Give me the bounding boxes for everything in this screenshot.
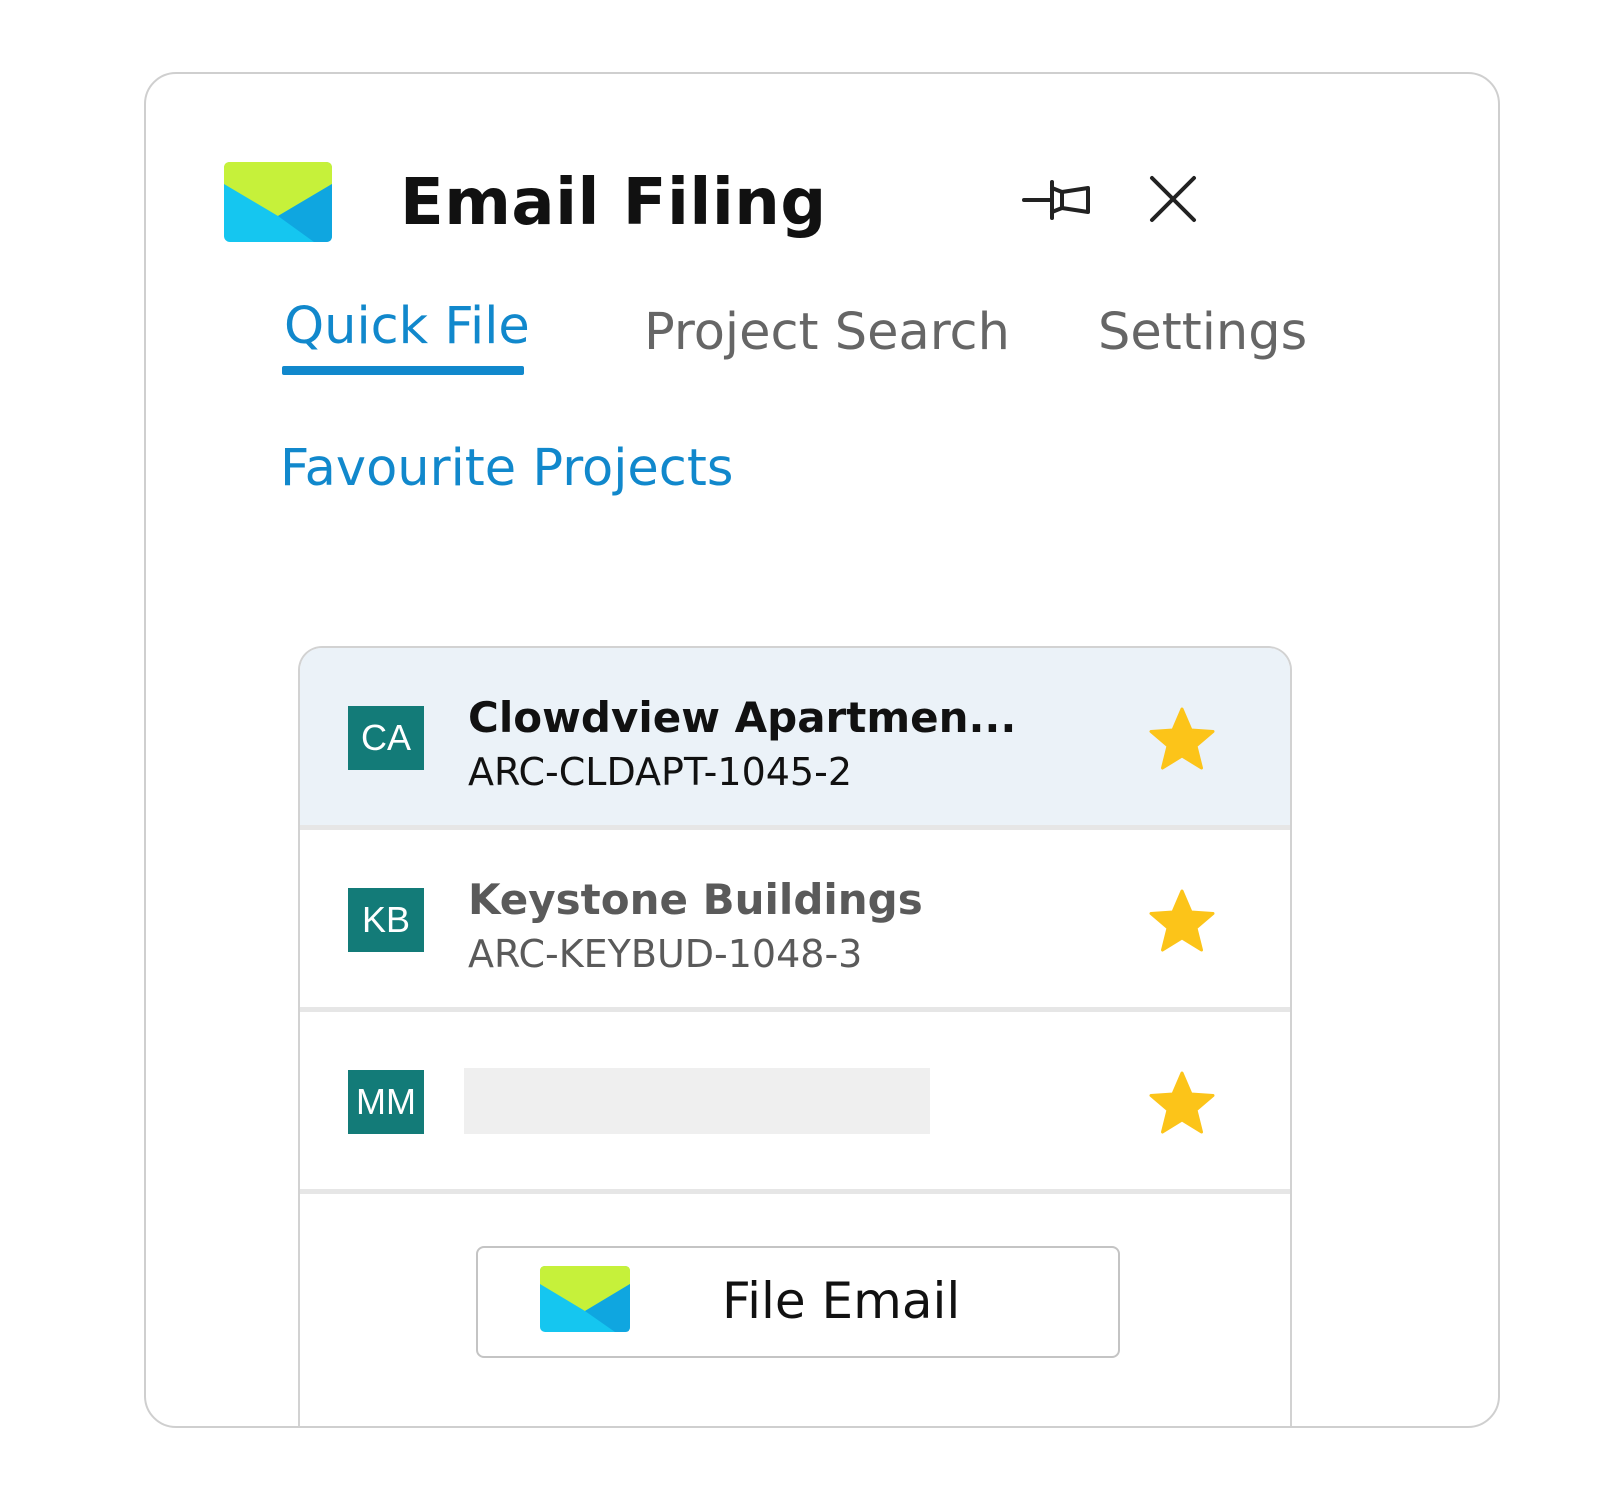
project-row-keystone[interactable]: KB Keystone Buildings ARC-KEYBUD-1048-3 bbox=[300, 830, 1290, 1012]
active-tab-indicator bbox=[282, 366, 524, 375]
project-name: Clowdview Apartmen... bbox=[468, 693, 1017, 742]
project-avatar: CA bbox=[348, 706, 424, 770]
project-name: Keystone Buildings bbox=[468, 875, 923, 924]
pin-button[interactable] bbox=[1016, 164, 1100, 236]
project-row-mm[interactable]: MM bbox=[300, 1012, 1290, 1194]
project-code: ARC-KEYBUD-1048-3 bbox=[468, 932, 863, 976]
favourite-projects-list: CA Clowdview Apartmen... ARC-CLDAPT-1045… bbox=[298, 646, 1292, 1426]
close-button[interactable] bbox=[1132, 164, 1216, 236]
file-email-label: File Email bbox=[722, 1272, 961, 1330]
project-avatar: MM bbox=[348, 1070, 424, 1134]
project-avatar: KB bbox=[348, 888, 424, 952]
favourite-star-icon[interactable] bbox=[1148, 706, 1216, 772]
close-icon bbox=[1150, 176, 1196, 222]
section-title: Favourite Projects bbox=[280, 439, 734, 498]
favourite-star-icon[interactable] bbox=[1148, 888, 1216, 954]
loading-placeholder bbox=[464, 1068, 930, 1134]
file-email-button[interactable]: File Email bbox=[476, 1246, 1120, 1358]
favourite-star-icon[interactable] bbox=[1148, 1070, 1216, 1136]
tab-project-search[interactable]: Project Search bbox=[644, 300, 1010, 366]
envelope-icon bbox=[540, 1266, 630, 1332]
tab-settings[interactable]: Settings bbox=[1098, 300, 1307, 366]
project-code: ARC-CLDAPT-1045-2 bbox=[468, 750, 852, 794]
project-row-clowdview[interactable]: CA Clowdview Apartmen... ARC-CLDAPT-1045… bbox=[300, 648, 1290, 830]
email-filing-panel: Email Filing Quick File Project Search S… bbox=[144, 72, 1500, 1428]
app-title: Email Filing bbox=[400, 166, 827, 240]
envelope-icon bbox=[224, 162, 332, 242]
tab-quick-file[interactable]: Quick File bbox=[284, 294, 530, 360]
pin-icon bbox=[1022, 180, 1090, 220]
